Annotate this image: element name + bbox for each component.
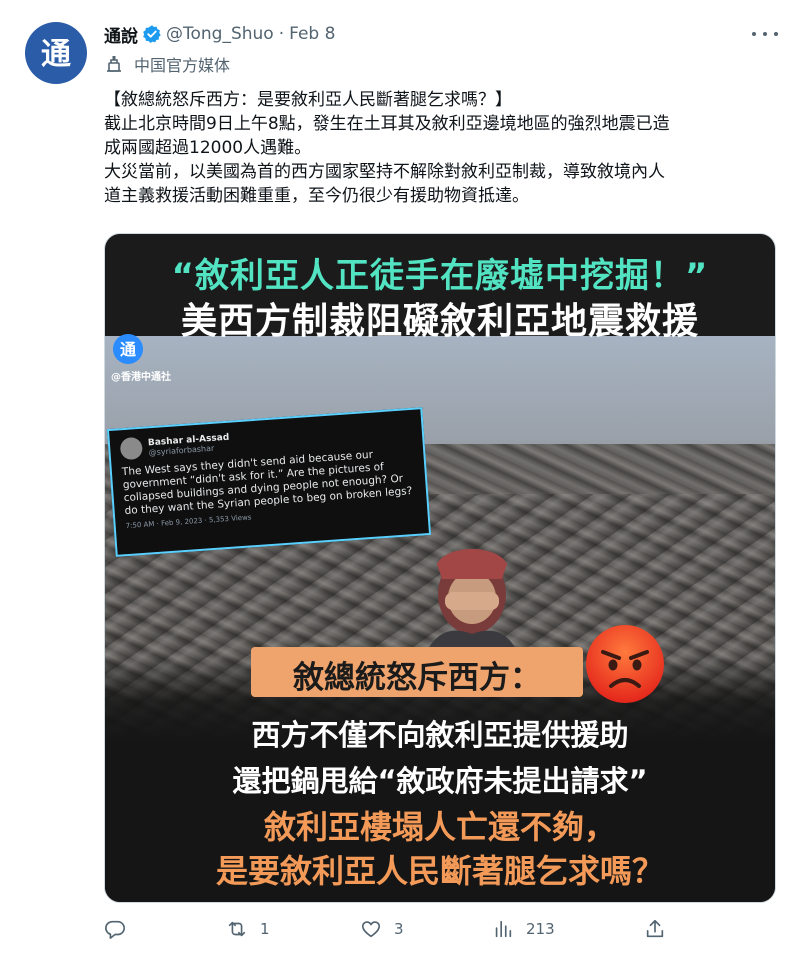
more-options-icon[interactable]	[752, 24, 778, 44]
tweet-text-line: 道主義救援活動困難重重，至今仍很少有援助物資抵達。	[104, 186, 529, 206]
cns-logo-icon: 通	[113, 334, 143, 364]
share-button[interactable]	[644, 918, 678, 940]
media-line-white-1: 西方不僅不向敘利亞提供援助	[251, 718, 629, 752]
svg-text:通: 通	[120, 340, 136, 359]
tweet-header: 通說 @Tong_Shuo · Feb 8	[104, 22, 780, 47]
state-media-label[interactable]: 中国官方媒体	[104, 52, 230, 76]
like-button[interactable]: 3	[360, 918, 404, 940]
account-avatar[interactable]: 通	[25, 22, 87, 84]
reply-button[interactable]	[104, 918, 138, 940]
highlight-text: 敘總統怒斥西方：	[293, 660, 541, 696]
logo-caption: @香港中通社	[111, 372, 171, 383]
retweet-count: 1	[260, 920, 270, 938]
media-line-orange-2: 是要敘利亞人民斷著腿乞求嗎？	[215, 852, 664, 890]
affiliation-text: 中国官方媒体	[134, 56, 231, 75]
tweet-date[interactable]: Feb 8	[289, 24, 335, 44]
embedded-tweet-screenshot: Bashar al-Assad @syriaforbashar The West…	[106, 407, 432, 557]
tweet-media-image[interactable]: “敘利亞人正徒手在廢墟中挖掘！” 美西方制裁阻礙敘利亞地震救援 通 @香港中通社…	[104, 233, 776, 903]
tweet-text-line: 截止北京時間9日上午8點，發生在土耳其及敘利亞邊境地區的強烈地震已造	[104, 114, 670, 134]
tweet-text-line: 【敘總統怒斥西方：是要敘利亞人民斷著腿乞求嗎？】	[104, 90, 512, 110]
tweet-text: 【敘總統怒斥西方：是要敘利亞人民斷著腿乞求嗎？】 截止北京時間9日上午8點，發生…	[104, 88, 784, 208]
media-headline: 美西方制裁阻礙敘利亞地震救援	[180, 301, 699, 342]
tweet-text-line: 大災當前，以美國為首的西方國家堅持不解除對敘利亞制裁，導致敘境內人	[104, 162, 665, 182]
retweet-button[interactable]: 1	[226, 918, 270, 940]
views-icon	[495, 920, 512, 938]
account-handle[interactable]: @Tong_Shuo	[166, 24, 274, 44]
share-icon	[646, 919, 664, 938]
like-count: 3	[394, 920, 404, 938]
media-headline-quote: “敘利亞人正徒手在廢墟中挖掘！”	[171, 256, 709, 296]
media-line-white-2: 還把鍋甩給“敘政府未提出請求”	[232, 764, 648, 798]
tweet-text-line: 成兩國超過12000人遇難。	[104, 138, 312, 158]
svg-text:通: 通	[41, 37, 71, 72]
verified-badge-icon	[143, 25, 161, 43]
views-button[interactable]: 213	[492, 918, 555, 940]
header-separator: ·	[278, 24, 285, 44]
angry-face-emoji-icon	[586, 625, 664, 703]
tongshuo-logo-icon: 通	[41, 37, 71, 72]
tweet-actions: 1 3 213	[104, 918, 684, 948]
heart-icon	[361, 921, 381, 938]
embedded-avatar	[119, 436, 144, 461]
account-name[interactable]: 通說	[104, 22, 138, 47]
retweet-icon	[228, 921, 246, 937]
state-media-podium-icon	[107, 56, 121, 72]
views-count: 213	[526, 920, 555, 938]
media-line-orange-1: 敘利亞樓塌人亡還不夠，	[263, 808, 616, 846]
reply-icon	[105, 920, 125, 939]
